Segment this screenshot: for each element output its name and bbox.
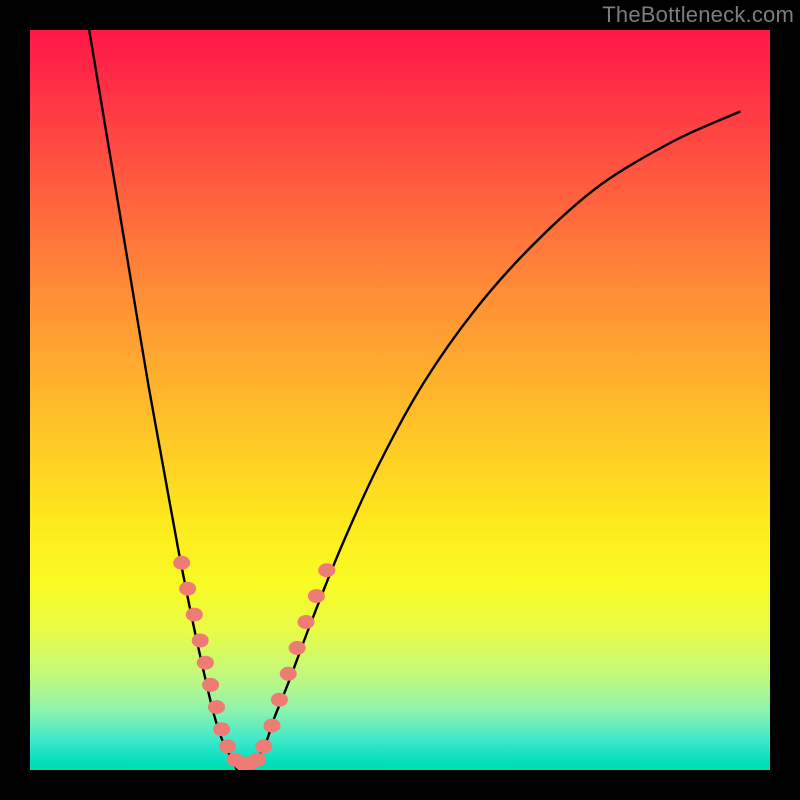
scatter-point [213, 722, 230, 736]
scatter-point [249, 753, 266, 767]
scatter-point [308, 589, 325, 603]
scatter-point [186, 608, 203, 622]
plot-area [30, 30, 770, 770]
scatter-markers [173, 556, 335, 770]
scatter-point [263, 719, 280, 733]
scatter-point [173, 556, 190, 570]
watermark-text: TheBottleneck.com [602, 2, 794, 28]
chart-svg [30, 30, 770, 770]
scatter-point [219, 739, 236, 753]
scatter-point [318, 563, 335, 577]
scatter-point [271, 693, 288, 707]
scatter-point [208, 700, 225, 714]
scatter-point [289, 641, 306, 655]
scatter-point [179, 582, 196, 596]
scatter-point [298, 615, 315, 629]
chart-frame: TheBottleneck.com [0, 0, 800, 800]
scatter-point [192, 634, 209, 648]
scatter-point [202, 678, 219, 692]
left-curve [89, 30, 237, 770]
scatter-point [197, 656, 214, 670]
scatter-point [280, 667, 297, 681]
right-curve [252, 111, 740, 770]
scatter-point [255, 739, 272, 753]
